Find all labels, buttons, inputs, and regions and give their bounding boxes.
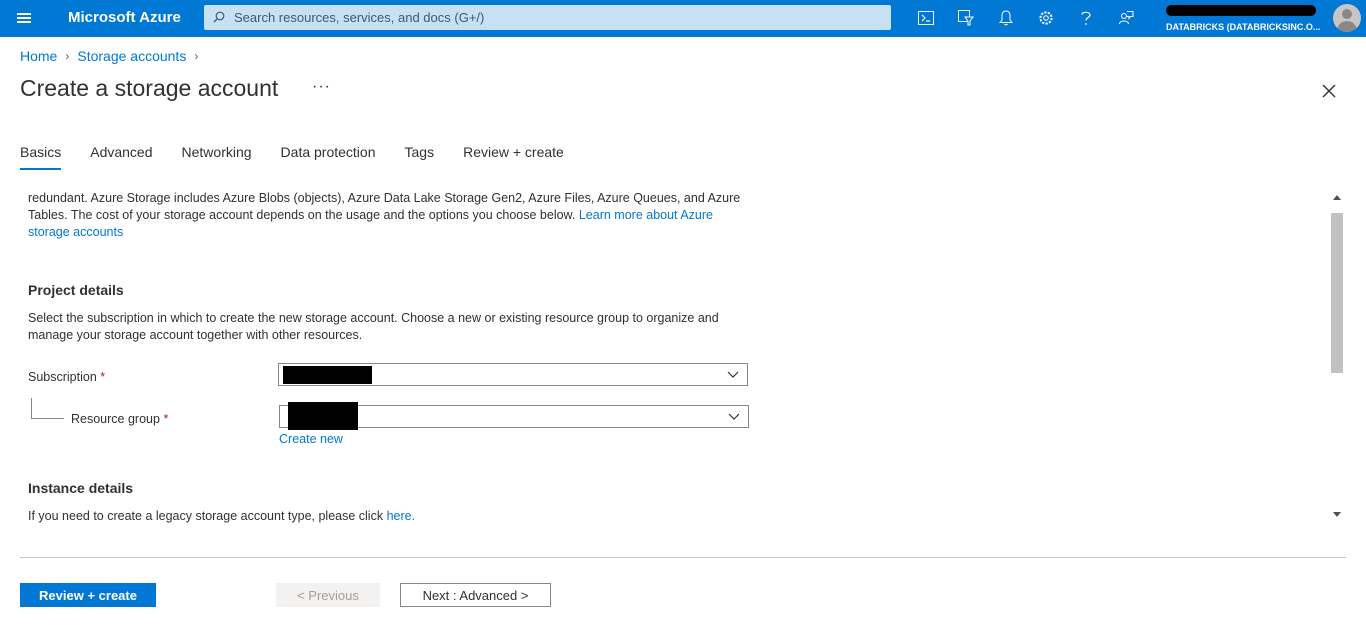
tab-review-create[interactable]: Review + create	[463, 142, 564, 170]
create-new-link[interactable]: Create new	[279, 432, 343, 446]
chevron-right-icon: ›	[65, 49, 70, 63]
form-content: redundant. Azure Storage includes Azure …	[0, 186, 1330, 524]
search-input[interactable]	[232, 5, 882, 30]
brand-title[interactable]: Microsoft Azure	[68, 9, 181, 26]
avatar[interactable]	[1333, 4, 1361, 32]
search-icon	[213, 11, 225, 23]
redacted-account-name	[1166, 5, 1316, 16]
chevron-right-icon: ›	[194, 49, 199, 63]
subscription-label-text: Subscription	[28, 370, 97, 384]
account-menu[interactable]: DATABRICKS (DATABRICKSINC.O...	[1162, 0, 1334, 37]
breadcrumb: Home › Storage accounts ›	[20, 48, 206, 64]
tree-connector	[31, 398, 64, 419]
instance-details-text-body: If you need to create a legacy storage a…	[28, 509, 384, 523]
subscription-select[interactable]	[278, 363, 748, 386]
footer-divider	[20, 557, 1346, 558]
next-advanced-button[interactable]: Next : Advanced >	[400, 583, 551, 607]
resource-group-label-text: Resource group	[71, 412, 160, 426]
redacted-resource-group-value	[288, 402, 358, 430]
scroll-down-arrow-icon[interactable]	[1333, 510, 1341, 518]
tab-basics[interactable]: Basics	[20, 142, 62, 170]
wizard-tabs: Basics Advanced Networking Data protecti…	[20, 142, 593, 172]
project-details-text: Select the subscription in which to crea…	[28, 311, 719, 342]
project-details-heading: Project details	[28, 282, 124, 298]
chevron-down-icon	[728, 413, 740, 420]
close-icon[interactable]	[1318, 80, 1340, 102]
cloud-shell-icon[interactable]	[913, 6, 939, 30]
notifications-icon[interactable]	[993, 6, 1019, 30]
instance-details-text: If you need to create a legacy storage a…	[28, 508, 748, 524]
subscription-label: Subscription *	[28, 370, 105, 384]
instance-details-heading: Instance details	[28, 480, 134, 496]
scroll-up-arrow-icon[interactable]	[1333, 194, 1341, 202]
legacy-account-link[interactable]: here.	[387, 509, 416, 523]
required-mark: *	[163, 412, 169, 426]
global-search[interactable]	[204, 5, 891, 30]
resource-group-label: Resource group *	[71, 412, 168, 426]
chevron-down-icon	[727, 371, 739, 378]
resource-group-select[interactable]	[279, 402, 749, 430]
hamburger-icon[interactable]	[10, 6, 38, 30]
feedback-icon[interactable]	[1113, 6, 1139, 30]
tab-networking[interactable]: Networking	[182, 142, 252, 170]
directory-filter-icon[interactable]	[953, 6, 979, 30]
page-title: Create a storage account	[20, 75, 279, 101]
scroll-thumb[interactable]	[1331, 213, 1343, 373]
content-scrollbar[interactable]	[1330, 191, 1344, 521]
help-icon[interactable]	[1073, 6, 1099, 30]
redacted-subscription-value	[283, 366, 372, 384]
intro-text: redundant. Azure Storage includes Azure …	[28, 190, 748, 241]
tab-advanced[interactable]: Advanced	[90, 142, 152, 170]
required-mark: *	[100, 370, 106, 384]
account-directory: DATABRICKS (DATABRICKSINC.O...	[1166, 22, 1321, 32]
breadcrumb-home[interactable]: Home	[20, 48, 57, 64]
breadcrumb-storage-accounts[interactable]: Storage accounts	[77, 48, 186, 64]
tab-data-protection[interactable]: Data protection	[281, 142, 376, 170]
tab-tags[interactable]: Tags	[405, 142, 435, 170]
more-options-button[interactable]: ···	[312, 78, 331, 96]
top-bar: Microsoft Azure DATABRICKS (DATABRICKSIN…	[0, 0, 1366, 37]
previous-button: < Previous	[276, 583, 380, 607]
review-create-button[interactable]: Review + create	[20, 583, 156, 607]
settings-icon[interactable]	[1033, 6, 1059, 30]
